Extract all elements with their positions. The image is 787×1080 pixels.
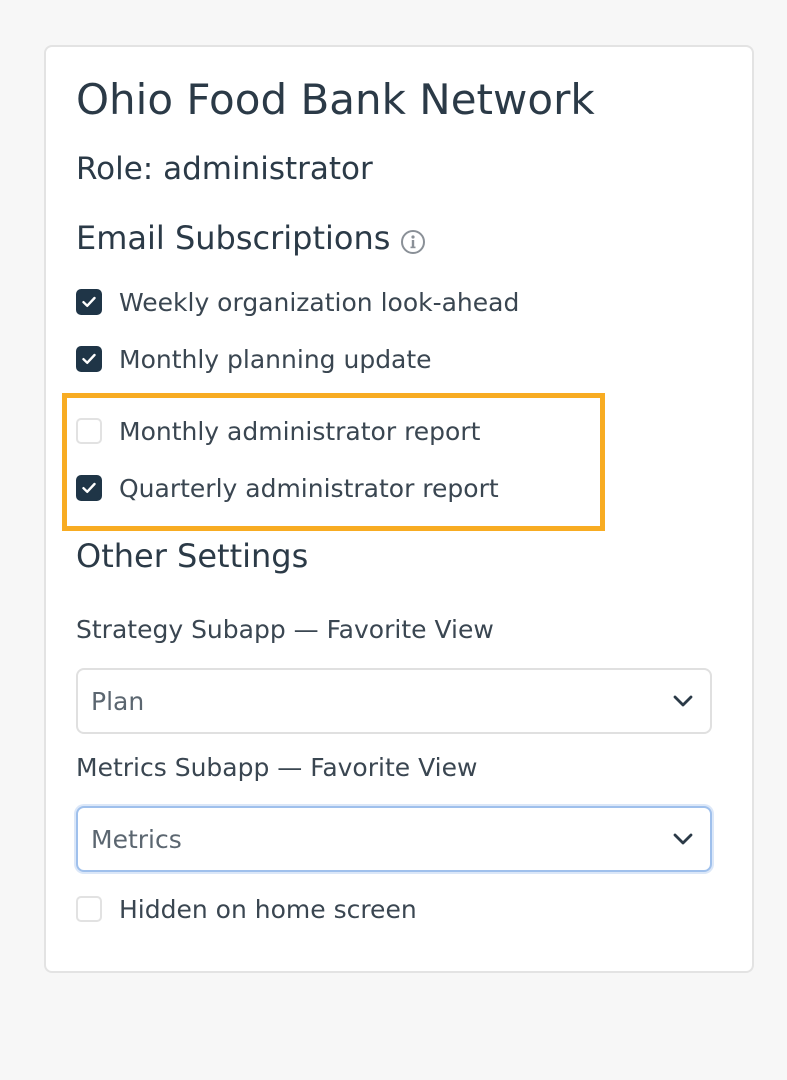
organization-title: Ohio Food Bank Network <box>76 75 595 124</box>
checkbox-quarterly-admin-report[interactable] <box>76 475 102 501</box>
checkbox-label: Quarterly administrator report <box>119 473 499 503</box>
email-subscriptions-title: Email Subscriptions <box>76 219 391 257</box>
settings-card: Ohio Food Bank Network Role: administrat… <box>44 45 754 973</box>
email-subscriptions-heading: Email Subscriptions <box>76 219 426 257</box>
select-value: Plan <box>91 686 145 716</box>
checkbox-label: Monthly administrator report <box>119 416 481 446</box>
role-text: Role: administrator <box>76 151 373 187</box>
other-settings-heading: Other Settings <box>76 537 309 575</box>
chevron-down-icon <box>673 833 693 845</box>
info-circle-icon[interactable] <box>400 225 426 254</box>
metrics-favorite-view-select[interactable]: Metrics <box>76 806 712 872</box>
hidden-on-home-screen[interactable]: Hidden on home screen <box>76 892 417 926</box>
checkbox-hidden-home[interactable] <box>76 896 102 922</box>
subscription-monthly-planning[interactable]: Monthly planning update <box>76 342 432 376</box>
checkbox-weekly-look-ahead[interactable] <box>76 289 102 315</box>
checkbox-label: Weekly organization look-ahead <box>119 287 520 317</box>
strategy-favorite-view-label: Strategy Subapp — Favorite View <box>76 615 494 644</box>
checkbox-label: Hidden on home screen <box>119 894 417 924</box>
subscription-weekly-look-ahead[interactable]: Weekly organization look-ahead <box>76 285 519 319</box>
checkbox-monthly-admin-report[interactable] <box>76 418 102 444</box>
select-value: Metrics <box>91 824 182 854</box>
metrics-favorite-view-label: Metrics Subapp — Favorite View <box>76 753 478 782</box>
subscription-quarterly-admin-report[interactable]: Quarterly administrator report <box>76 471 499 505</box>
chevron-down-icon <box>673 695 693 707</box>
subscription-monthly-admin-report[interactable]: Monthly administrator report <box>76 414 480 448</box>
strategy-favorite-view-select[interactable]: Plan <box>76 668 712 734</box>
checkbox-label: Monthly planning update <box>119 344 432 374</box>
checkbox-monthly-planning[interactable] <box>76 346 102 372</box>
